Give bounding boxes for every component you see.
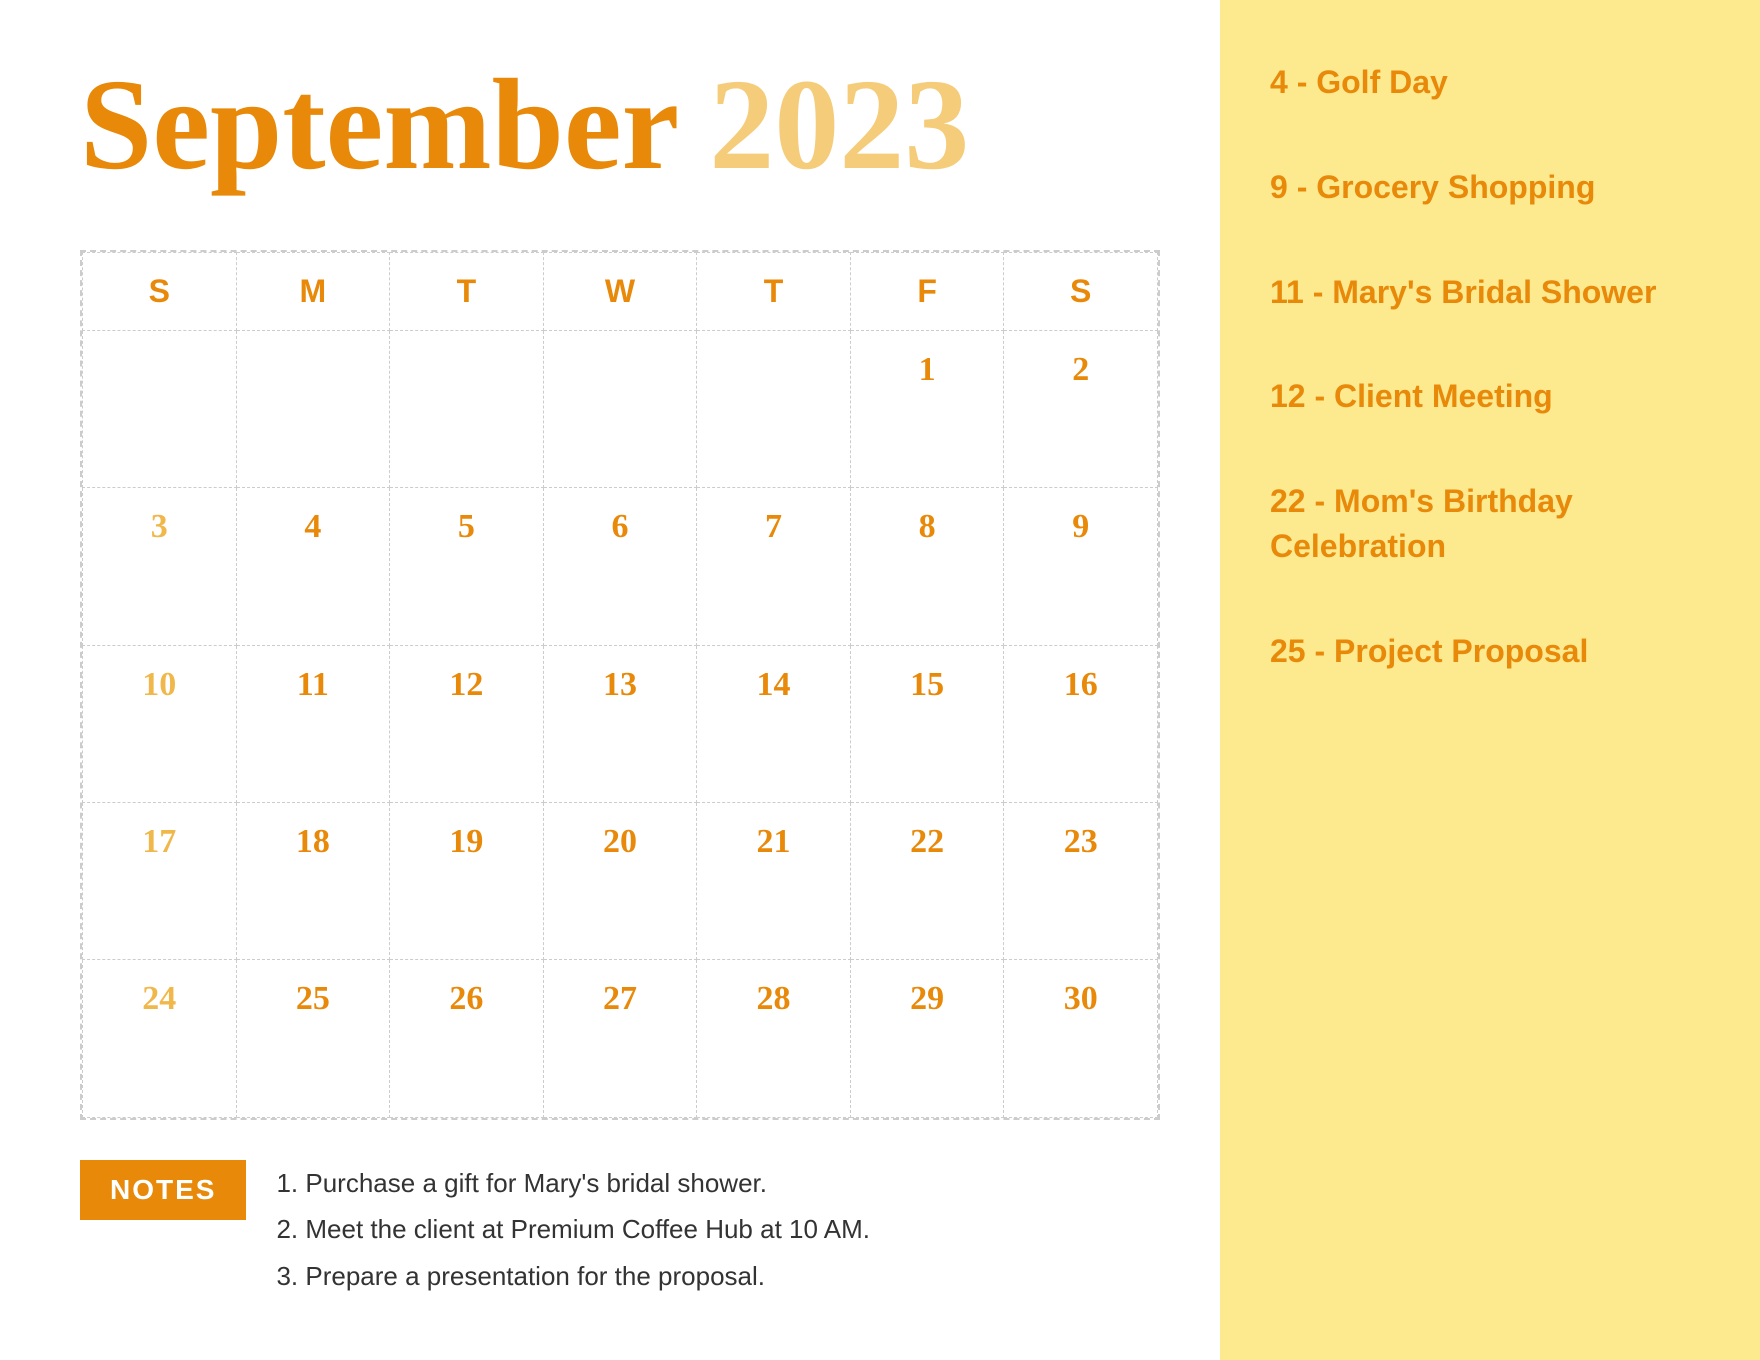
note-item: 2. Meet the client at Premium Coffee Hub… xyxy=(276,1206,869,1253)
weekday-thu: T xyxy=(697,253,851,331)
weekday-fri: F xyxy=(850,253,1004,331)
calendar-week-2: 10111213141516 xyxy=(83,645,1158,802)
calendar-day: 23 xyxy=(1004,802,1158,959)
calendar-day xyxy=(83,331,237,488)
calendar-header: September 2023 xyxy=(80,60,1160,190)
calendar-day: 25 xyxy=(236,960,390,1117)
calendar-day: 10 xyxy=(83,645,237,802)
weekday-header-row: S M T W T F S xyxy=(83,253,1158,331)
sidebar-event-item: 11 - Mary's Bridal Shower xyxy=(1270,270,1710,315)
note-item: 3. Prepare a presentation for the propos… xyxy=(276,1253,869,1300)
sidebar-events: 4 - Golf Day 9 - Grocery Shopping 11 - Mar… xyxy=(1270,60,1710,674)
calendar-day: 13 xyxy=(543,645,697,802)
sidebar-event-item: 25 - Project Proposal xyxy=(1270,629,1710,674)
calendar-day: 5 xyxy=(390,488,544,645)
notes-label: NOTES xyxy=(80,1160,246,1220)
calendar-day: 29 xyxy=(850,960,1004,1117)
weekday-sun: S xyxy=(83,253,237,331)
calendar-day: 19 xyxy=(390,802,544,959)
calendar-day: 3 xyxy=(83,488,237,645)
calendar-day: 2 xyxy=(1004,331,1158,488)
calendar-day: 9 xyxy=(1004,488,1158,645)
calendar-day: 18 xyxy=(236,802,390,959)
calendar-table: S M T W T F S 12345678910111213141516171… xyxy=(82,252,1158,1118)
sidebar-event-item: 9 - Grocery Shopping xyxy=(1270,165,1710,210)
calendar-week-3: 17181920212223 xyxy=(83,802,1158,959)
main-content: September 2023 S M T W T F S 12345678910… xyxy=(0,0,1220,1360)
calendar-day: 27 xyxy=(543,960,697,1117)
calendar-day: 12 xyxy=(390,645,544,802)
sidebar: 4 - Golf Day 9 - Grocery Shopping 11 - Mar… xyxy=(1220,0,1760,1360)
sidebar-event-item: 22 - Mom's Birthday Celebration xyxy=(1270,479,1710,569)
calendar-day: 24 xyxy=(83,960,237,1117)
month-title: September xyxy=(80,60,679,190)
calendar-day: 11 xyxy=(236,645,390,802)
calendar-day: 4 xyxy=(236,488,390,645)
calendar-week-0: 12 xyxy=(83,331,1158,488)
calendar-day: 20 xyxy=(543,802,697,959)
note-item: 1. Purchase a gift for Mary's bridal sho… xyxy=(276,1160,869,1207)
calendar-day: 7 xyxy=(697,488,851,645)
calendar-day: 8 xyxy=(850,488,1004,645)
notes-section: NOTES 1. Purchase a gift for Mary's brid… xyxy=(80,1160,1160,1300)
calendar-day xyxy=(236,331,390,488)
sidebar-event-item: 12 - Client Meeting xyxy=(1270,374,1710,419)
year-title: 2023 xyxy=(709,60,969,190)
weekday-tue: T xyxy=(390,253,544,331)
calendar-day: 15 xyxy=(850,645,1004,802)
calendar-day: 30 xyxy=(1004,960,1158,1117)
notes-text: 1. Purchase a gift for Mary's bridal sho… xyxy=(276,1160,869,1300)
weekday-mon: M xyxy=(236,253,390,331)
calendar-day: 22 xyxy=(850,802,1004,959)
calendar-day: 1 xyxy=(850,331,1004,488)
sidebar-event-item: 4 - Golf Day xyxy=(1270,60,1710,105)
weekday-sat: S xyxy=(1004,253,1158,331)
calendar-day: 16 xyxy=(1004,645,1158,802)
calendar-day xyxy=(390,331,544,488)
calendar-day xyxy=(543,331,697,488)
weekday-wed: W xyxy=(543,253,697,331)
calendar-container: S M T W T F S 12345678910111213141516171… xyxy=(80,250,1160,1120)
calendar-day xyxy=(697,331,851,488)
calendar-day: 17 xyxy=(83,802,237,959)
calendar-day: 26 xyxy=(390,960,544,1117)
calendar-day: 6 xyxy=(543,488,697,645)
calendar-day: 28 xyxy=(697,960,851,1117)
calendar-body: 1234567891011121314151617181920212223242… xyxy=(83,331,1158,1118)
calendar-day: 21 xyxy=(697,802,851,959)
calendar-day: 14 xyxy=(697,645,851,802)
calendar-week-4: 24252627282930 xyxy=(83,960,1158,1117)
calendar-week-1: 3456789 xyxy=(83,488,1158,645)
